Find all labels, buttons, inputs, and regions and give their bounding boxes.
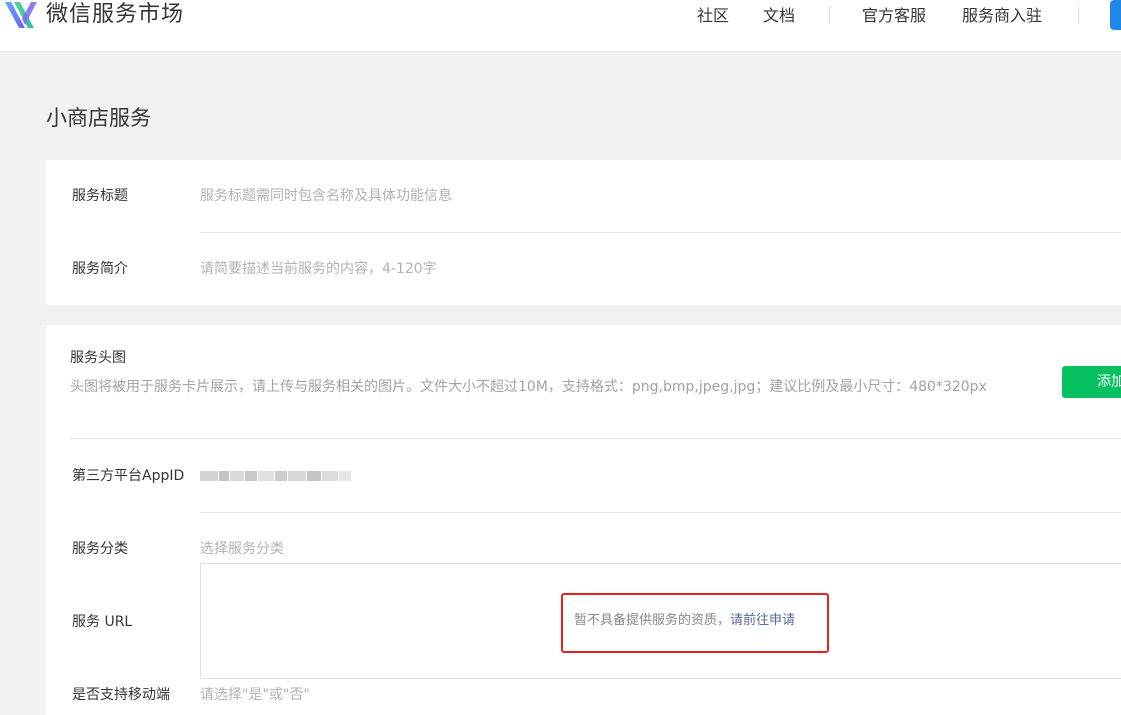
top-navigation-bar: 微信服务市场 社区 文档 官方客服 服务商入驻 xyxy=(0,0,1121,52)
mobile-support-select[interactable]: 请选择"是"或"否" xyxy=(200,685,310,705)
nav-docs[interactable]: 文档 xyxy=(763,0,795,32)
appid-label: 第三方平台AppID xyxy=(72,468,185,484)
field-divider xyxy=(200,512,1121,513)
add-header-image-button[interactable]: 添加 xyxy=(1062,366,1121,398)
nav-divider xyxy=(829,6,830,24)
service-intro-label: 服务简介 xyxy=(72,261,128,277)
basic-info-card: 服务标题 服务标题需同时包含名称及具体功能信息 服务简介 请简要描述当前服务的内… xyxy=(46,160,1121,305)
qualification-notice: 暂不具备提供服务的资质，请前往申请 xyxy=(574,611,795,631)
category-select[interactable]: 选择服务分类 xyxy=(200,539,284,559)
service-url-label: 服务 URL xyxy=(72,614,133,630)
nav-provider-join[interactable]: 服务商入驻 xyxy=(962,0,1042,32)
field-divider xyxy=(70,438,1121,439)
field-divider xyxy=(200,232,1121,233)
mobile-support-label: 是否支持移动端 xyxy=(72,687,170,703)
appid-value-blurred xyxy=(200,466,358,486)
brand-name[interactable]: 微信服务市场 xyxy=(46,0,184,30)
user-avatar[interactable] xyxy=(1110,0,1121,30)
wechat-service-market-logo-icon xyxy=(5,2,37,28)
service-title-label: 服务标题 xyxy=(72,188,128,204)
service-detail-card: 服务头图 头图将被用于服务卡片展示，请上传与服务相关的图片。文件大小不超过10M… xyxy=(46,325,1121,715)
category-label: 服务分类 xyxy=(72,541,128,557)
notice-message: 暂不具备提供服务的资质， xyxy=(574,613,731,628)
brand-logo[interactable] xyxy=(4,0,38,30)
header-image-label: 服务头图 xyxy=(70,350,126,366)
service-intro-input[interactable]: 请简要描述当前服务的内容，4-120字 xyxy=(200,259,437,279)
qualification-notice-panel: 暂不具备提供服务的资质，请前往申请 xyxy=(200,563,1121,679)
apply-qualification-link[interactable]: 请前往申请 xyxy=(730,613,795,628)
nav-divider xyxy=(1078,6,1079,24)
service-title-input[interactable]: 服务标题需同时包含名称及具体功能信息 xyxy=(200,186,452,206)
page-title: 小商店服务 xyxy=(46,106,151,130)
header-image-hint: 头图将被用于服务卡片展示，请上传与服务相关的图片。文件大小不超过10M，支持格式… xyxy=(70,379,987,395)
nav-official-support[interactable]: 官方客服 xyxy=(862,0,926,32)
nav-community[interactable]: 社区 xyxy=(697,0,729,32)
